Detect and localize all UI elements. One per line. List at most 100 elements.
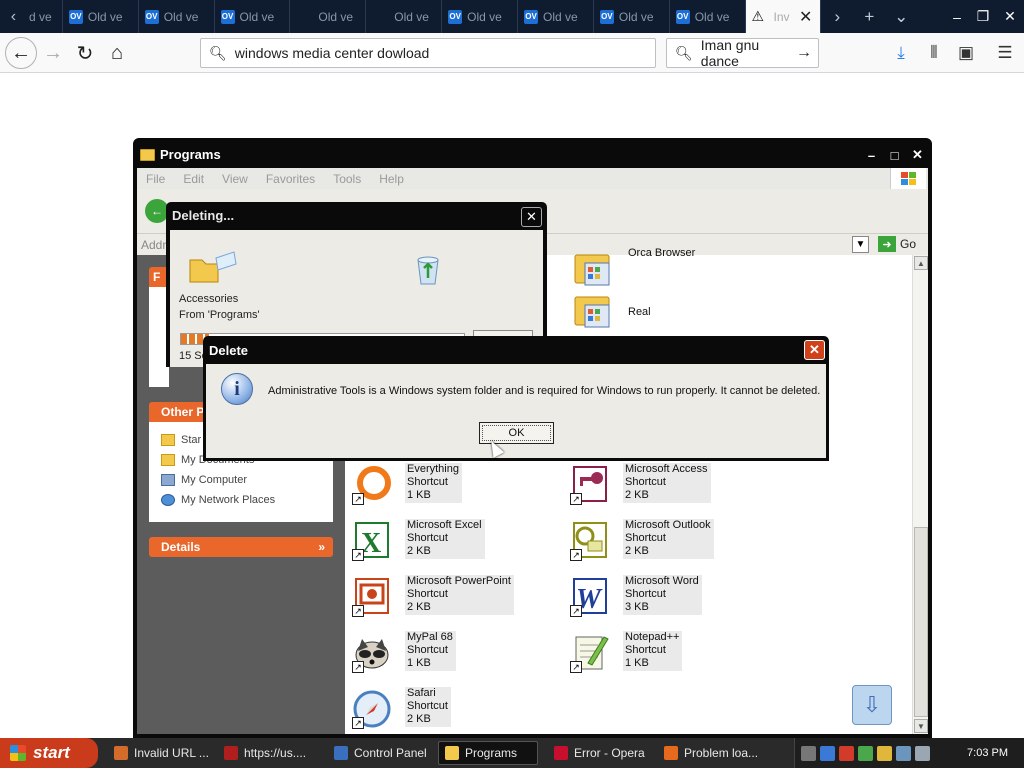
explorer-minimize-button[interactable]: – [861, 146, 882, 164]
tab-old-version-6[interactable]: OV Old ve [442, 0, 519, 33]
tab-close-icon[interactable]: ✕ [799, 7, 812, 27]
file-name: Microsoft PowerPoint [407, 575, 511, 587]
taskbar-item-5[interactable]: Problem loa... [658, 741, 758, 765]
library-icon[interactable]: ⫴ [921, 40, 947, 66]
tab-label: Old ve [87, 9, 123, 24]
start-button[interactable]: start [0, 738, 98, 768]
tab-invalid-url-active[interactable]: ⚠ Inv ✕ [745, 0, 822, 33]
file-microsoft-word[interactable]: W ↗ Microsoft Word Shortcut 3 KB [566, 573, 766, 625]
file-name: Microsoft Access [625, 463, 708, 475]
file-microsoft-excel[interactable]: X ↗ Microsoft Excel Shortcut 2 KB [348, 517, 548, 569]
tab-old-version-5[interactable]: Old ve [366, 0, 443, 33]
explorer-title-bar: Programs [137, 142, 928, 167]
tab-scroll-right-button[interactable]: › [821, 0, 853, 33]
place-link-my-computer[interactable]: My Computer [149, 470, 333, 490]
taskbar-item-4[interactable]: Error - Opera [548, 741, 648, 765]
details-panel-header[interactable]: Details » [149, 537, 333, 557]
home-icon[interactable]: ⌂ [102, 38, 132, 68]
menu-favorites[interactable]: Favorites [266, 172, 315, 186]
download-icon[interactable]: ⤓ [888, 40, 914, 66]
taskbar-item-3[interactable]: Programs [438, 741, 538, 765]
file-real[interactable]: Real [569, 287, 769, 339]
scroll-down-arrow-icon[interactable]: ▼ [914, 719, 928, 733]
reload-icon[interactable]: ↻ [70, 38, 100, 68]
task-app-icon [554, 746, 568, 760]
volume-icon[interactable] [915, 745, 930, 761]
task-app-icon [114, 746, 128, 760]
tab-label: Old ve [618, 9, 654, 24]
file-label: Microsoft Word Shortcut 3 KB [623, 575, 702, 615]
panel-title: Details [161, 540, 201, 554]
address-go-button[interactable]: ➜ Go [878, 236, 916, 252]
tray-app-icon[interactable] [896, 745, 911, 761]
file-microsoft-access[interactable]: ↗ Microsoft Access Shortcut 2 KB [566, 461, 766, 513]
place-link-my-network-places[interactable]: My Network Places [149, 490, 333, 510]
scroll-thumb[interactable] [914, 527, 928, 717]
new-tab-button[interactable]: + [853, 0, 885, 33]
file-label: Microsoft PowerPoint Shortcut 2 KB [405, 575, 514, 615]
address-label: Addr [141, 238, 167, 252]
restore-window-button[interactable]: ❐ [970, 0, 996, 33]
ov-favicon-icon: OV [524, 9, 539, 24]
file-label: Safari Shortcut 2 KB [405, 687, 451, 727]
back-arrow-icon[interactable]: ← [5, 37, 37, 69]
keyboard-icon[interactable] [801, 745, 816, 761]
tab-old-version-7[interactable]: OV Old ve [518, 0, 594, 33]
tab-label: Inv [773, 9, 790, 24]
tray-app-icon[interactable] [877, 745, 892, 761]
url-input[interactable]: 🔍︎ windows media center dowload [200, 38, 656, 68]
menu-tools[interactable]: Tools [333, 172, 361, 186]
go-arrow-icon: ➜ [878, 236, 896, 252]
explorer-close-button[interactable]: ✕ [907, 146, 928, 164]
tab-old-version-0[interactable]: d ve [27, 0, 63, 33]
taskbar-item-0[interactable]: Invalid URL ... [108, 741, 208, 765]
file-name: Microsoft Outlook [625, 519, 711, 531]
address-dropdown-chevron-down-icon[interactable]: ▼ [852, 236, 869, 253]
tab-old-version-8[interactable]: OV Old ve [594, 0, 670, 33]
delete-dialog-close-button[interactable]: ✕ [804, 340, 825, 360]
file-microsoft-outlook[interactable]: ↗ Microsoft Outlook Shortcut 2 KB [566, 517, 766, 569]
vertical-scrollbar[interactable]: ▲ ▼ [912, 255, 928, 734]
tray-app-icon[interactable] [839, 745, 854, 761]
tray-app-icon[interactable] [858, 745, 873, 761]
system-tray: 7:03 PM [794, 738, 1024, 768]
tab-old-version-3[interactable]: OV Old ve [215, 0, 291, 33]
scroll-up-arrow-icon[interactable]: ▲ [914, 256, 928, 270]
tab-old-version-1[interactable]: OV Old ve [63, 0, 139, 33]
taskbar-item-1[interactable]: https://us.... [218, 741, 318, 765]
download-overlay-button[interactable]: ⇩ [852, 685, 892, 725]
menu-hamburger-icon[interactable]: ☰ [992, 40, 1018, 66]
search-input[interactable]: 🔍︎ Iman gnu dance → [666, 37, 819, 69]
explorer-maximize-button[interactable]: □ [884, 146, 905, 164]
file-name: MyPal 68 [407, 631, 453, 643]
file-notepad-plus-plus[interactable]: ↗ Notepad++ Shortcut 1 KB [566, 629, 766, 681]
tab-old-version-9[interactable]: OV Old ve [670, 0, 746, 33]
file-label: Everything Shortcut 1 KB [405, 463, 462, 503]
close-window-button[interactable]: ✕ [996, 0, 1024, 33]
tab-old-version-2[interactable]: OV Old ve [139, 0, 215, 33]
search-go-arrow-icon[interactable]: → [796, 44, 812, 62]
explorer-title: Programs [160, 147, 221, 162]
menu-view[interactable]: View [222, 172, 248, 186]
file-everything[interactable]: ↗ Everything Shortcut 1 KB [348, 461, 548, 513]
tab-list-chevron-down-icon[interactable]: ⌄ [885, 0, 917, 33]
windows-flag-icon [10, 745, 26, 761]
delete-dialog-title: Delete [209, 343, 249, 358]
taskbar-item-2[interactable]: Control Panel [328, 741, 428, 765]
place-label: My Network Places [181, 494, 276, 506]
minimize-window-button[interactable]: – [944, 0, 970, 33]
menu-help[interactable]: Help [379, 172, 404, 186]
sidebar-icon[interactable]: ▣ [953, 40, 979, 66]
file-mypal-68[interactable]: ↗ MyPal 68 Shortcut 1 KB [348, 629, 548, 681]
file-safari[interactable]: ↗ Safari Shortcut 2 KB [348, 685, 548, 737]
menu-edit[interactable]: Edit [183, 172, 204, 186]
task-app-icon [224, 746, 238, 760]
tab-old-version-4[interactable]: Old ve [290, 0, 367, 33]
file-label: Microsoft Access Shortcut 2 KB [623, 463, 711, 503]
forward-arrow-icon[interactable]: → [38, 38, 68, 68]
deleting-close-button[interactable]: ✕ [521, 207, 542, 227]
file-microsoft-powerpoint[interactable]: ↗ Microsoft PowerPoint Shortcut 2 KB [348, 573, 548, 625]
tab-scroll-left-button[interactable]: ‹ [0, 0, 27, 33]
tray-app-icon[interactable] [820, 745, 835, 761]
menu-file[interactable]: File [146, 172, 165, 186]
